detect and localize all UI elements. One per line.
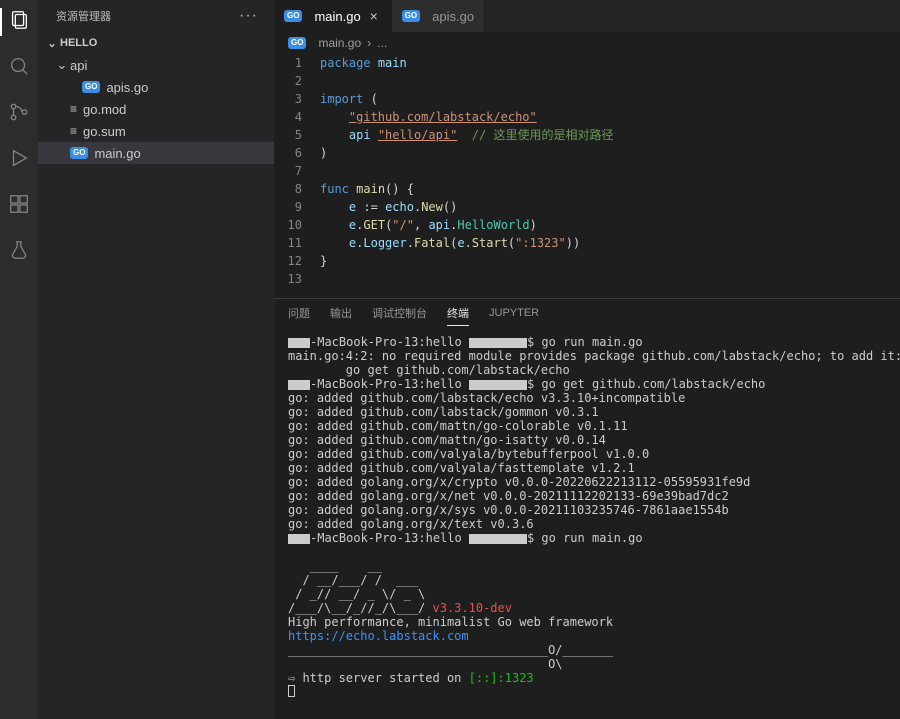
source-control-icon[interactable]: [7, 100, 31, 124]
panel-tab-jupyter[interactable]: JUPYTER: [489, 307, 539, 323]
tab-label: apis.go: [432, 9, 474, 24]
tab-main-go[interactable]: GO main.go ×: [274, 0, 392, 32]
tree-folder-api[interactable]: ⌄ api: [38, 54, 274, 76]
panel-tab-debug[interactable]: 调试控制台: [372, 305, 427, 325]
redacted-block: [469, 534, 527, 544]
activity-indicator: [0, 8, 2, 36]
tab-label: main.go: [314, 9, 360, 24]
breadcrumb-sep: ›: [367, 36, 371, 50]
redacted-block: [469, 338, 527, 348]
file-label: apis.go: [106, 80, 148, 95]
go-file-icon: GO: [82, 81, 100, 93]
sidebar-title: 资源管理器: [56, 8, 111, 24]
extensions-icon[interactable]: [7, 192, 31, 216]
tree-file-gomod[interactable]: ≡ go.mod: [38, 98, 274, 120]
file-label: go.sum: [83, 124, 126, 139]
file-label: go.mod: [83, 102, 126, 117]
terminal[interactable]: -MacBook-Pro-13:hello $ go run main.go m…: [274, 331, 900, 719]
line-gutter: 1 2 3 4 5 6 7 8 9 10 11 12 13: [274, 54, 320, 288]
redacted-block: [288, 380, 310, 390]
editor-tabs: GO main.go × GO apis.go: [274, 0, 900, 32]
chevron-down-icon: ⌄: [44, 37, 60, 50]
project-name: HELLO: [60, 37, 97, 49]
run-debug-icon[interactable]: [7, 146, 31, 170]
go-file-icon: GO: [70, 147, 88, 159]
panel-tabs: 问题 输出 调试控制台 终端 JUPYTER: [274, 299, 900, 331]
activity-bar: [0, 0, 38, 719]
tree-file-main[interactable]: GO main.go: [38, 142, 274, 164]
file-icon: ≡: [70, 102, 77, 116]
panel-tab-problems[interactable]: 问题: [288, 305, 310, 325]
redacted-block: [288, 338, 310, 348]
file-icon: ≡: [70, 124, 77, 138]
breadcrumb-more: ...: [377, 36, 387, 50]
tab-apis-go[interactable]: GO apis.go: [392, 0, 485, 32]
file-label: main.go: [94, 146, 140, 161]
search-icon[interactable]: [7, 54, 31, 78]
panel-tab-output[interactable]: 输出: [330, 305, 352, 325]
go-file-icon: GO: [284, 10, 302, 22]
sidebar: 资源管理器 ··· ⌄ HELLO ⌄ api GO apis.go ≡ go.…: [38, 0, 274, 719]
main-area: GO main.go × GO apis.go GO main.go › ...…: [274, 0, 900, 719]
code-content[interactable]: package main import ( "github.com/labsta…: [320, 54, 900, 288]
breadcrumb-file: main.go: [318, 36, 361, 50]
testing-icon[interactable]: [7, 238, 31, 262]
close-icon[interactable]: ×: [367, 8, 381, 24]
tree-file-gosum[interactable]: ≡ go.sum: [38, 120, 274, 142]
redacted-block: [469, 380, 527, 390]
chevron-down-icon: ⌄: [54, 57, 70, 73]
panel-tab-terminal[interactable]: 终端: [447, 305, 469, 326]
terminal-cursor: [288, 685, 295, 697]
project-root[interactable]: ⌄ HELLO: [38, 32, 274, 54]
go-file-icon: GO: [288, 37, 306, 49]
bottom-panel: 问题 输出 调试控制台 终端 JUPYTER -MacBook-Pro-13:h…: [274, 298, 900, 719]
sidebar-header: 资源管理器 ···: [38, 0, 274, 32]
tree-file-apis[interactable]: GO apis.go: [38, 76, 274, 98]
breadcrumb[interactable]: GO main.go › ...: [274, 32, 900, 54]
redacted-block: [288, 534, 310, 544]
folder-label: api: [70, 58, 87, 73]
go-file-icon: GO: [402, 10, 420, 22]
explorer-icon[interactable]: [7, 8, 31, 32]
code-editor[interactable]: 1 2 3 4 5 6 7 8 9 10 11 12 13 package ma…: [274, 54, 900, 298]
more-icon[interactable]: ···: [239, 7, 258, 25]
